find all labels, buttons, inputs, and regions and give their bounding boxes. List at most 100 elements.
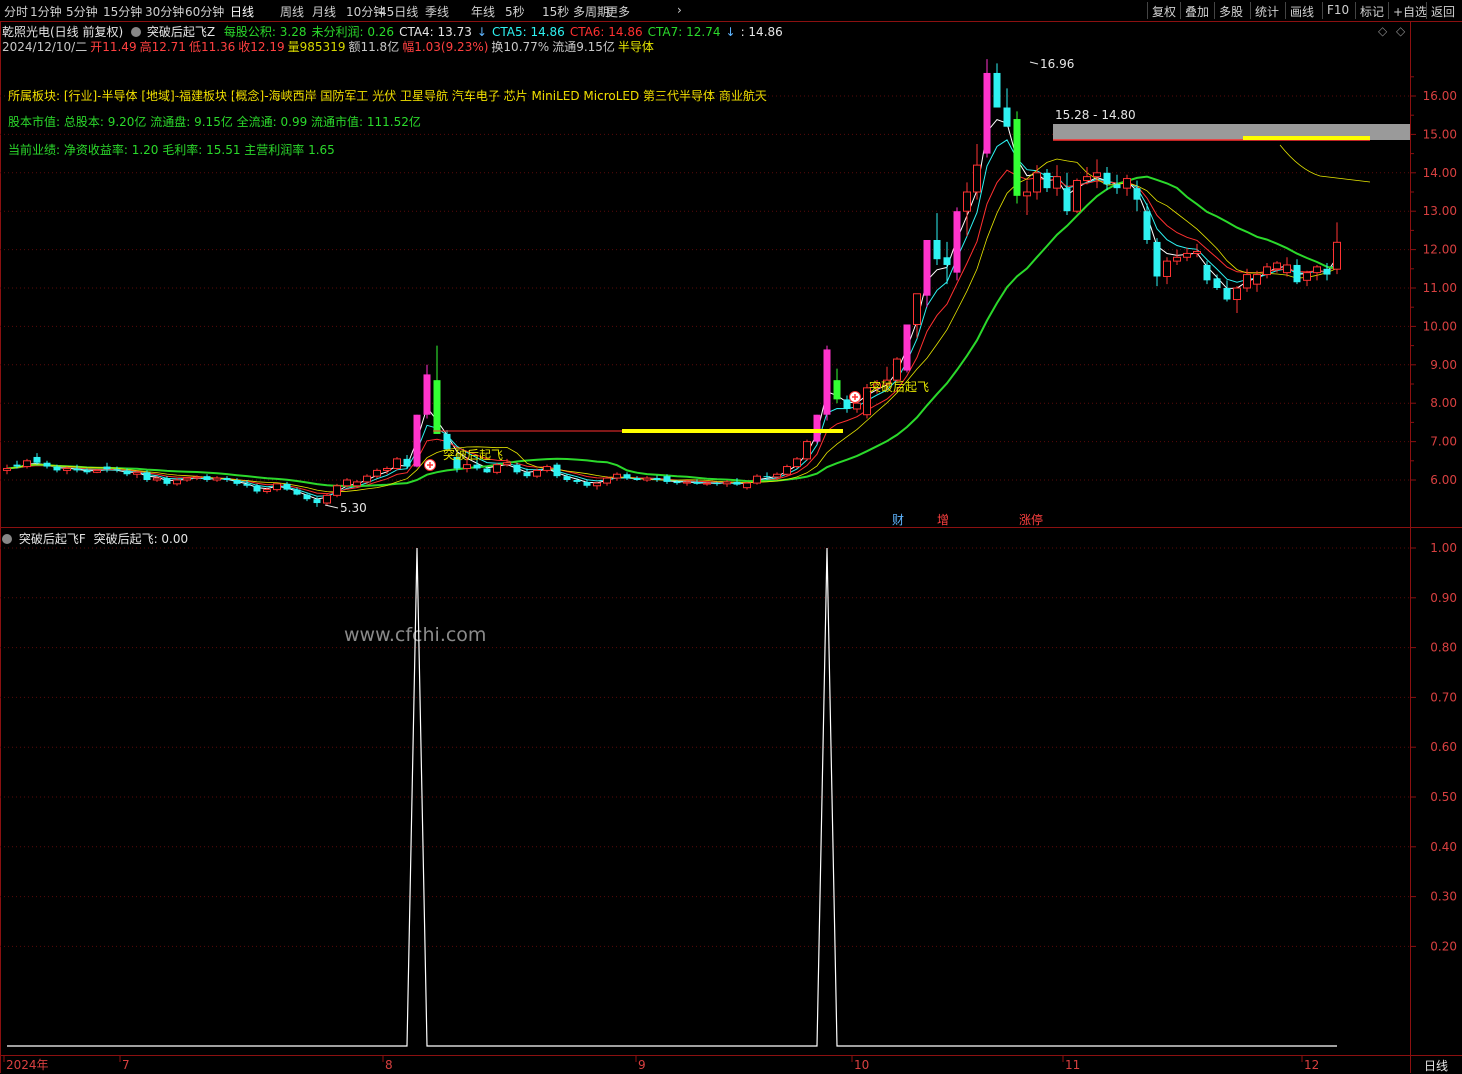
range-trail-line	[1279, 144, 1371, 183]
candle-body	[553, 464, 561, 477]
candle-body	[483, 468, 491, 473]
candle-body	[53, 466, 61, 471]
candle-body	[113, 469, 121, 471]
candle-body	[1183, 252, 1191, 258]
candle-body	[583, 481, 591, 486]
candle-body	[1233, 287, 1241, 301]
candle-body	[433, 380, 441, 434]
candle-body	[613, 473, 621, 479]
candle-body	[1313, 266, 1321, 274]
candle-body	[1063, 188, 1071, 212]
candle-body	[393, 458, 401, 469]
date-axis-label: 10	[854, 1058, 869, 1072]
candle-body	[1253, 274, 1261, 285]
diamond-icon: ◇	[1396, 24, 1406, 38]
candle-body	[1003, 107, 1011, 127]
candle-body	[993, 72, 1001, 108]
kline-chart[interactable]: 16.00 15.00 14.00 13.00 12.00 11.00 10.00 9.00 8…	[0, 0, 1462, 1073]
candle-body	[703, 482, 711, 485]
candle-body	[263, 489, 271, 493]
candle-body	[463, 464, 471, 469]
event-marker-2: 涨停	[1019, 512, 1043, 527]
price-axis-label: 14.00	[1423, 166, 1457, 180]
candle-body	[633, 478, 641, 480]
candle-body	[1193, 251, 1201, 254]
ma-green-line	[6, 175, 1338, 488]
candle-body	[283, 483, 291, 490]
candle-body	[513, 464, 521, 473]
price-axis-label: 8.00	[1430, 396, 1457, 410]
event-marker-1: 增	[937, 513, 949, 527]
sub-axis-label: 0.80	[1430, 641, 1457, 655]
candle-body	[323, 494, 331, 504]
candle-body	[593, 482, 601, 487]
candle-body	[663, 476, 671, 482]
sub-axis-label: 0.60	[1430, 740, 1457, 754]
event-marker-0: 财	[892, 513, 904, 527]
candle-body	[953, 211, 961, 273]
candle-body	[203, 476, 211, 480]
candle-body	[1203, 264, 1211, 281]
candle-body	[333, 485, 341, 496]
candle-body	[753, 475, 761, 484]
candle-body	[233, 480, 241, 484]
candle-body	[823, 349, 831, 415]
signal-label: 突破后起飞	[869, 379, 929, 394]
candle-body	[163, 478, 171, 484]
price-axis-label: 13.00	[1423, 204, 1457, 218]
candle-body	[23, 460, 31, 468]
price-axis-label: 16.00	[1423, 89, 1457, 103]
date-axis-label: 2024年	[6, 1058, 49, 1072]
candle-body	[653, 478, 661, 480]
candle-body	[503, 462, 511, 466]
sub-axis-label: 1.00	[1430, 541, 1457, 555]
candle-body	[1163, 260, 1171, 277]
date-axis-label: 12	[1304, 1058, 1319, 1072]
candle-body	[973, 164, 981, 193]
candle-body	[1013, 119, 1021, 196]
price-axis-label: 10.00	[1423, 319, 1457, 333]
candle-body	[183, 477, 191, 481]
candle-body	[1283, 264, 1291, 274]
candle-body	[743, 482, 751, 489]
candle-body	[373, 469, 381, 477]
candle-body	[473, 464, 481, 469]
date-axis-label: 9	[638, 1058, 646, 1072]
candle-body	[343, 479, 351, 487]
candle-body	[1113, 184, 1121, 189]
high-price-label: 16.96	[1040, 57, 1074, 71]
candle-body	[903, 324, 911, 371]
candle-body	[833, 380, 841, 400]
ma-red-line	[6, 169, 1338, 495]
candle-body	[1083, 176, 1091, 181]
candle-body	[843, 399, 851, 409]
sub-axis-label: 0.50	[1430, 790, 1457, 804]
candle-body	[1103, 172, 1111, 185]
candle-body	[403, 458, 411, 467]
price-axis-label: 9.00	[1430, 358, 1457, 372]
price-axis-label: 11.00	[1423, 281, 1457, 295]
candle-body	[913, 293, 921, 325]
candle-body	[383, 467, 391, 471]
price-axis-label: 7.00	[1430, 435, 1457, 449]
candle-body	[83, 470, 91, 473]
candle-body	[1293, 264, 1301, 283]
candle-body	[103, 466, 111, 470]
date-axis-label: 8	[385, 1058, 393, 1072]
candle-body	[293, 489, 301, 495]
candle-body	[763, 476, 771, 478]
candle-body	[13, 464, 21, 467]
candle-body	[123, 470, 131, 475]
candle-body	[963, 191, 971, 212]
candle-body	[73, 468, 81, 471]
candle-body	[803, 441, 811, 460]
candle-body	[1093, 172, 1101, 178]
high-pointer	[1029, 61, 1039, 65]
candle-body	[143, 472, 151, 480]
candle-body	[1143, 211, 1151, 240]
candle-body	[353, 481, 361, 487]
candle-body	[1073, 179, 1081, 212]
candle-body	[413, 414, 421, 467]
candle-body	[1053, 176, 1061, 189]
candle-body	[783, 466, 791, 475]
